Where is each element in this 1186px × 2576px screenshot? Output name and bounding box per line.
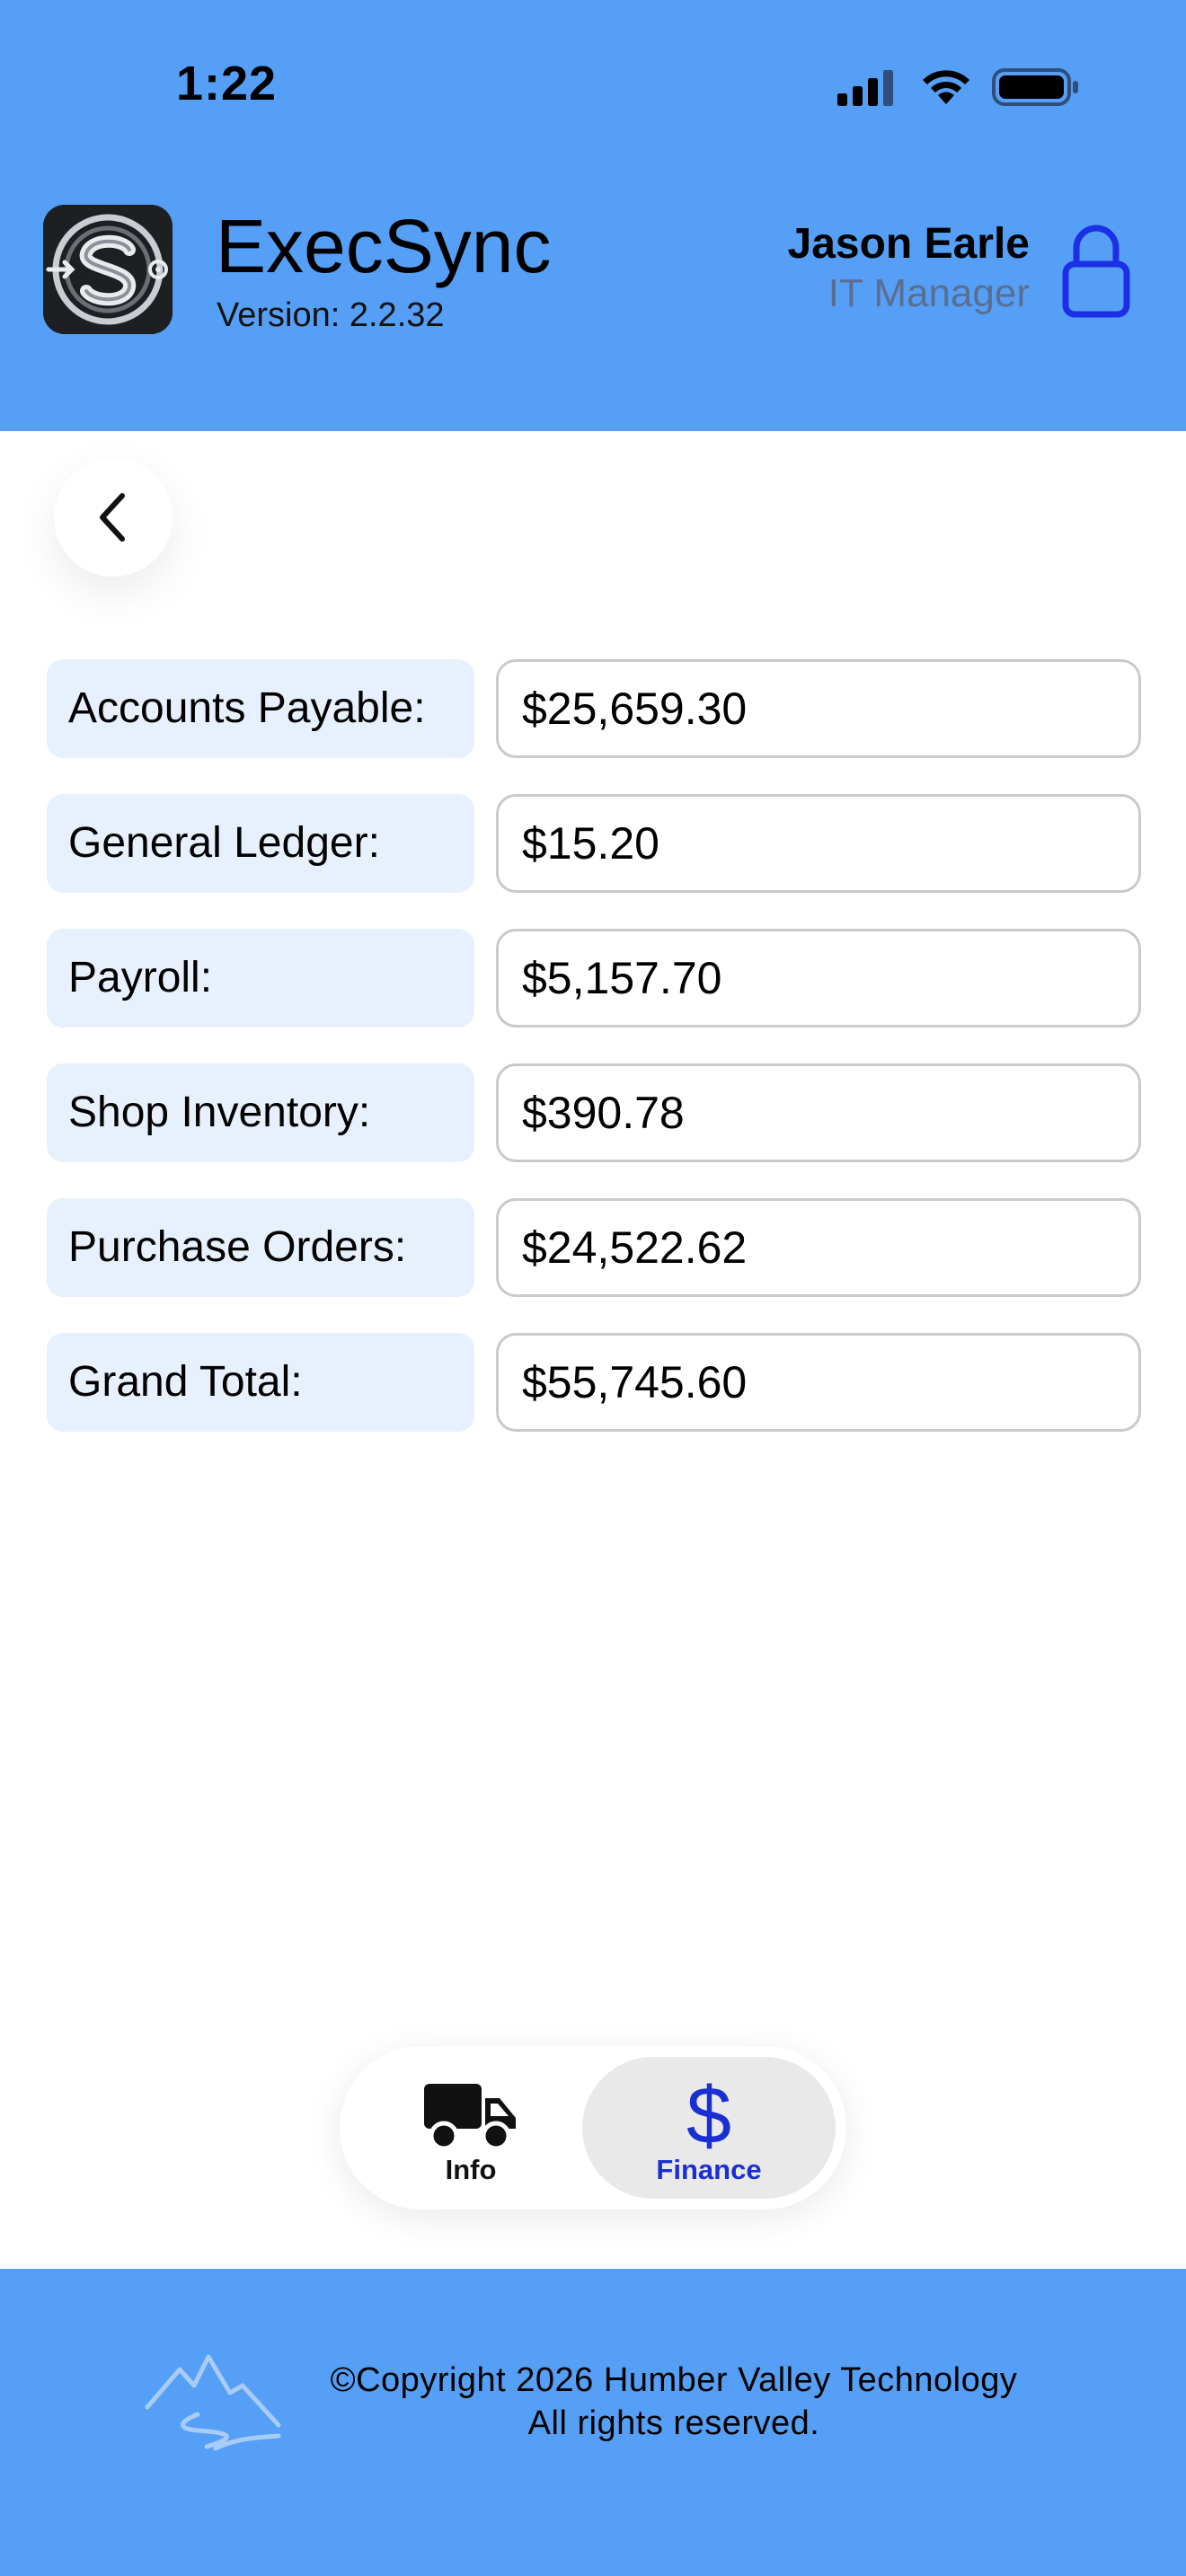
row-value-field[interactable]: $5,157.70 — [496, 929, 1141, 1028]
row-value-field[interactable]: $15.20 — [496, 794, 1141, 893]
tab-bar: Info $ Finance — [340, 2046, 846, 2210]
tab-info[interactable]: Info — [350, 2057, 591, 2199]
row-label: Grand Total: — [47, 1333, 474, 1432]
copyright-line: ©Copyright 2026 Humber Valley Technology — [330, 2361, 1018, 2399]
truck-icon — [424, 2084, 516, 2151]
tab-finance-label: Finance — [656, 2154, 762, 2185]
user-name: Jason Earle — [787, 220, 1030, 268]
status-icons — [837, 65, 1080, 110]
app-version: Version: 2.2.32 — [217, 296, 445, 334]
finance-row-general-ledger: General Ledger: $15.20 — [47, 794, 1141, 893]
finance-row-shop-inventory: Shop Inventory: $390.78 — [47, 1063, 1141, 1162]
footer-copyright: ©Copyright 2026 Humber Valley Technology… — [270, 2359, 1078, 2445]
dollar-icon: $ — [686, 2071, 732, 2161]
finance-row-accounts-payable: Accounts Payable: $25,659.30 — [47, 659, 1141, 758]
finance-row-grand-total: Grand Total: $55,745.60 — [47, 1333, 1141, 1432]
app-logo-icon — [43, 205, 173, 334]
row-value-field[interactable]: $55,745.60 — [496, 1333, 1141, 1432]
finance-summary: Accounts Payable: $25,659.30 General Led… — [47, 659, 1141, 1468]
app-header: 1:22 ExecSync Version: 2.2.32 Jason Earl… — [0, 0, 1186, 431]
rights-line: All rights reserved. — [527, 2404, 820, 2442]
row-label: Shop Inventory: — [47, 1063, 474, 1162]
cellular-signal-icon — [837, 70, 893, 106]
row-label: Purchase Orders: — [47, 1198, 474, 1297]
row-value-field[interactable]: $25,659.30 — [496, 659, 1141, 758]
row-label: Payroll: — [47, 929, 474, 1028]
app-footer: ©Copyright 2026 Humber Valley Technology… — [0, 2269, 1186, 2576]
wifi-icon — [923, 70, 969, 104]
mountain-river-logo-icon — [145, 2354, 281, 2451]
row-label: Accounts Payable: — [47, 659, 474, 758]
row-value-field[interactable]: $24,522.62 — [496, 1198, 1141, 1297]
tab-finance[interactable]: $ Finance — [582, 2057, 836, 2199]
tab-info-label: Info — [445, 2154, 497, 2185]
lock-icon[interactable] — [1060, 221, 1132, 320]
finance-row-payroll: Payroll: $5,157.70 — [47, 929, 1141, 1028]
finance-row-purchase-orders: Purchase Orders: $24,522.62 — [47, 1198, 1141, 1297]
row-value-field[interactable]: $390.78 — [496, 1063, 1141, 1162]
chevron-left-icon — [100, 493, 125, 542]
battery-icon — [992, 68, 1078, 106]
back-button[interactable] — [54, 458, 173, 577]
app-title: ExecSync — [216, 204, 552, 288]
status-time: 1:22 — [176, 57, 278, 110]
user-role: IT Manager — [828, 271, 1030, 315]
row-label: General Ledger: — [47, 794, 474, 893]
